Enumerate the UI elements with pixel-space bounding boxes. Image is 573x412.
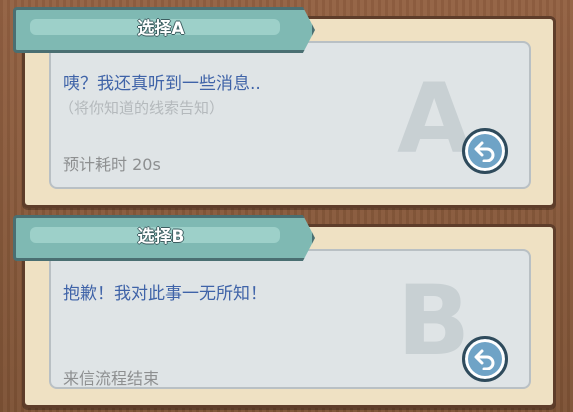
- choice-a-tab: 选择A: [13, 7, 315, 53]
- choice-a-return-button[interactable]: [462, 128, 508, 174]
- choice-a-card[interactable]: A 选择A 咦？我还真听到一些消息.. （将你知道的线索告知） 预计耗时 20s: [13, 7, 556, 208]
- choice-b-return-button[interactable]: [462, 336, 508, 382]
- choice-a-watermark-letter: A: [397, 63, 472, 175]
- choice-a-label: 选择A: [137, 19, 185, 39]
- choice-a-hint-text: （将你知道的线索告知）: [59, 99, 225, 117]
- choice-a-duration: 预计耗时 20s: [63, 155, 161, 174]
- choice-b-label: 选择B: [137, 227, 185, 247]
- choice-a-main-text: 咦？我还真听到一些消息..: [63, 74, 261, 94]
- return-arrow-icon: [474, 141, 495, 162]
- choice-b-footer-text: 来信流程结束: [63, 369, 160, 388]
- choice-b-tab: 选择B: [13, 215, 315, 261]
- return-arrow-icon: [474, 349, 495, 370]
- choice-b-main-text: 抱歉！我对此事一无所知！: [63, 284, 267, 304]
- choice-b-card[interactable]: B 选择B 抱歉！我对此事一无所知！ 来信流程结束: [13, 215, 556, 408]
- choice-b-watermark-letter: B: [397, 265, 471, 377]
